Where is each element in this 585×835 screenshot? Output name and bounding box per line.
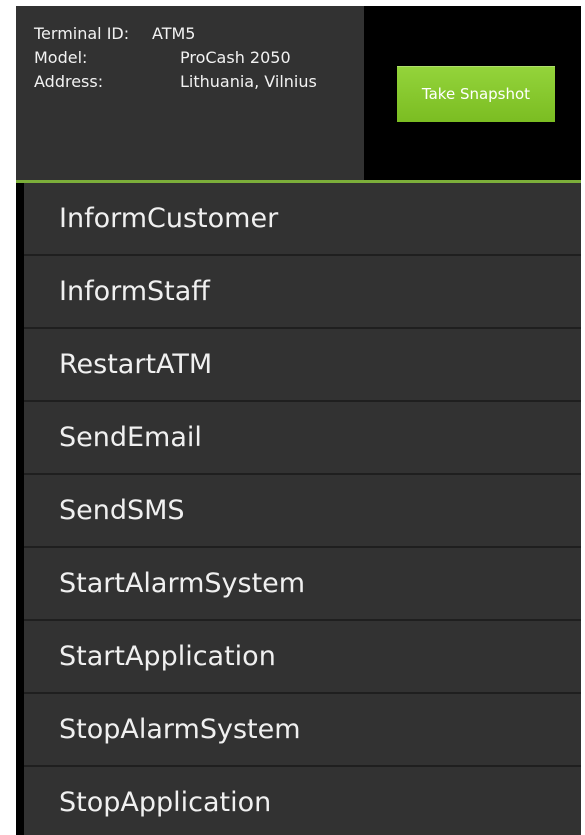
action-item-inform-staff[interactable]: InformStaff	[24, 256, 581, 329]
terminal-id-label: Terminal ID:	[34, 24, 130, 43]
action-item-restart-atm[interactable]: RestartATM	[24, 329, 581, 402]
action-label: StartApplication	[59, 641, 276, 672]
action-item-start-alarm-system[interactable]: StartAlarmSystem	[24, 548, 581, 621]
action-item-start-application[interactable]: StartApplication	[24, 621, 581, 694]
action-label: InformStaff	[59, 276, 210, 307]
terminal-id-value: ATM5	[152, 24, 196, 43]
action-item-stop-application[interactable]: StopApplication	[24, 767, 581, 835]
action-item-inform-customer[interactable]: InformCustomer	[24, 183, 581, 256]
action-item-send-sms[interactable]: SendSMS	[24, 475, 581, 548]
action-item-stop-alarm-system[interactable]: StopAlarmSystem	[24, 694, 581, 767]
action-label: RestartATM	[59, 349, 213, 380]
action-label: StartAlarmSystem	[59, 568, 306, 599]
address-label: Address:	[34, 72, 104, 91]
action-label: SendSMS	[59, 495, 185, 526]
address-value: Lithuania, Vilnius	[180, 72, 317, 91]
terminal-info-panel: Terminal ID: ATM5 Model: ProCash 2050 Ad…	[16, 6, 364, 180]
model-label: Model:	[34, 48, 88, 67]
terminal-header: Terminal ID: ATM5 Model: ProCash 2050 Ad…	[16, 6, 581, 180]
action-label: InformCustomer	[59, 203, 279, 234]
take-snapshot-button[interactable]: Take Snapshot	[397, 66, 555, 122]
action-list: InformCustomer InformStaff RestartATM Se…	[24, 183, 581, 835]
action-label: StopApplication	[59, 787, 272, 818]
action-item-send-email[interactable]: SendEmail	[24, 402, 581, 475]
atm-control-screen: Terminal ID: ATM5 Model: ProCash 2050 Ad…	[16, 6, 581, 835]
action-label: SendEmail	[59, 422, 202, 453]
model-value: ProCash 2050	[180, 48, 291, 67]
action-label: StopAlarmSystem	[59, 714, 301, 745]
